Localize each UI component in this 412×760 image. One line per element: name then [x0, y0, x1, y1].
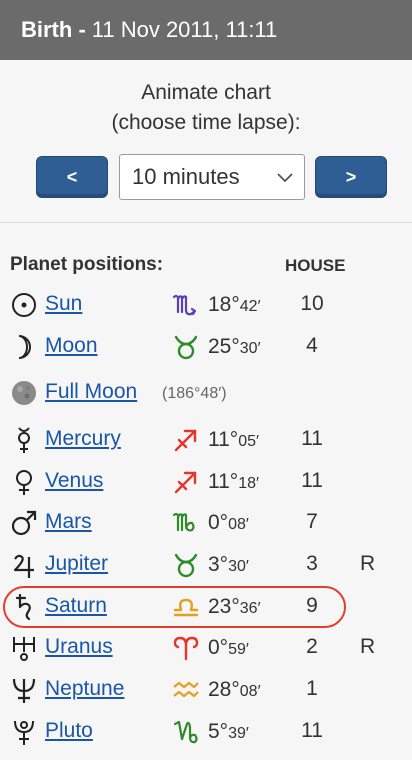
house-column-header: HOUSE: [285, 256, 346, 275]
header-title: Birth -: [21, 17, 86, 42]
mercury-icon: [18, 427, 30, 453]
aries-icon: [173, 636, 199, 661]
neptune-icon: [12, 678, 36, 703]
house-number: 10: [300, 292, 324, 315]
degree: 0°08′: [208, 511, 249, 534]
full-moon-icon: [12, 381, 36, 405]
animate-controls: < 10 minutes >: [36, 154, 388, 200]
planet-row-mars: Mars 0°08′ 7: [0, 503, 412, 543]
pluto-icon: [14, 720, 34, 745]
planet-link-neptune[interactable]: Neptune: [45, 677, 124, 701]
house-number: 4: [306, 334, 318, 357]
degree: 3°30′: [208, 553, 249, 576]
section-title: Planet positions:: [10, 254, 164, 275]
retrograde-flag: R: [360, 552, 376, 575]
chevron-down-icon: [277, 173, 293, 183]
planet-link-venus[interactable]: Venus: [45, 469, 103, 493]
page-header: Birth - 11 Nov 2011, 11:11: [0, 0, 412, 60]
planet-link-mercury[interactable]: Mercury: [45, 427, 121, 451]
animate-label-line2: (choose time lapse):: [111, 111, 301, 134]
planet-row-sun: Sun 18°42′ 10: [0, 285, 412, 325]
full-moon-row: Full Moon (186°48′): [0, 373, 412, 413]
libra-icon: [173, 598, 199, 617]
planet-link-mars[interactable]: Mars: [45, 510, 92, 534]
planet-link-uranus[interactable]: Uranus: [45, 635, 113, 659]
house-number: 2: [306, 635, 318, 658]
retrograde-flag: R: [360, 635, 376, 658]
planet-row-mercury: Mercury 11°05′ 11: [0, 420, 412, 460]
animate-label: Animate chart (choose time lapse):: [0, 78, 412, 138]
planet-row-neptune: Neptune 28°08′ 1: [0, 670, 412, 710]
planet-row-moon: Moon 25°30′ 4: [0, 327, 412, 367]
degree: 28°08′: [208, 678, 261, 701]
house-number: 11: [301, 719, 323, 742]
sagittarius-icon: [174, 429, 197, 452]
planet-link-jupiter[interactable]: Jupiter: [45, 552, 108, 576]
uranus-icon: [13, 637, 35, 661]
sagittarius-icon: [174, 471, 197, 494]
full-moon-degree: (186°48′): [162, 385, 227, 402]
next-button[interactable]: >: [315, 156, 387, 198]
house-number: 3: [306, 552, 318, 575]
capricorn-icon: [173, 720, 198, 744]
degree: 11°18′: [208, 470, 259, 493]
degree: 11°05′: [208, 428, 259, 451]
planet-link-saturn[interactable]: Saturn: [45, 594, 107, 618]
planet-row-pluto: Pluto 5°39′ 11: [0, 712, 412, 752]
house-number: 11: [301, 469, 323, 492]
planet-row-venus: Venus 11°18′ 11: [0, 462, 412, 502]
aquarius-icon: [173, 681, 199, 698]
house-number: 1: [306, 677, 318, 700]
time-lapse-select[interactable]: 10 minutes: [119, 154, 305, 200]
moon-icon: [18, 335, 31, 359]
degree: 18°42′: [208, 293, 261, 316]
degree: 5°39′: [208, 720, 249, 743]
venus-icon: [16, 470, 32, 495]
degree: 25°30′: [208, 335, 261, 358]
time-lapse-value: 10 minutes: [132, 164, 240, 189]
house-number: 11: [301, 427, 323, 450]
header-date: 11 Nov 2011, 11:11: [91, 17, 278, 42]
planet-row-uranus: Uranus 0°59′ 2 R: [0, 628, 412, 668]
planet-link-moon[interactable]: Moon: [45, 334, 98, 358]
saturn-icon: [15, 593, 31, 621]
prev-button[interactable]: <: [36, 156, 108, 198]
planet-link-pluto[interactable]: Pluto: [45, 719, 93, 743]
full-moon-link[interactable]: Full Moon: [45, 380, 137, 404]
planet-row-jupiter: Jupiter 3°30′ 3 R: [0, 545, 412, 585]
sun-icon: [12, 293, 36, 317]
house-number: 9: [306, 594, 318, 617]
planet-link-sun[interactable]: Sun: [45, 292, 82, 316]
animate-label-line1: Animate chart: [141, 81, 271, 104]
scorpio-icon: [172, 294, 197, 316]
divider: [0, 222, 412, 223]
planet-row-saturn: Saturn 23°36′ 9: [0, 587, 412, 627]
house-number: 7: [306, 510, 318, 533]
mars-icon: [11, 510, 37, 536]
taurus-icon: [174, 553, 198, 578]
virgo-icon: [172, 512, 195, 532]
taurus-icon: [174, 335, 198, 360]
degree: 0°59′: [208, 636, 249, 659]
degree: 23°36′: [208, 595, 261, 618]
jupiter-icon: [13, 554, 34, 578]
